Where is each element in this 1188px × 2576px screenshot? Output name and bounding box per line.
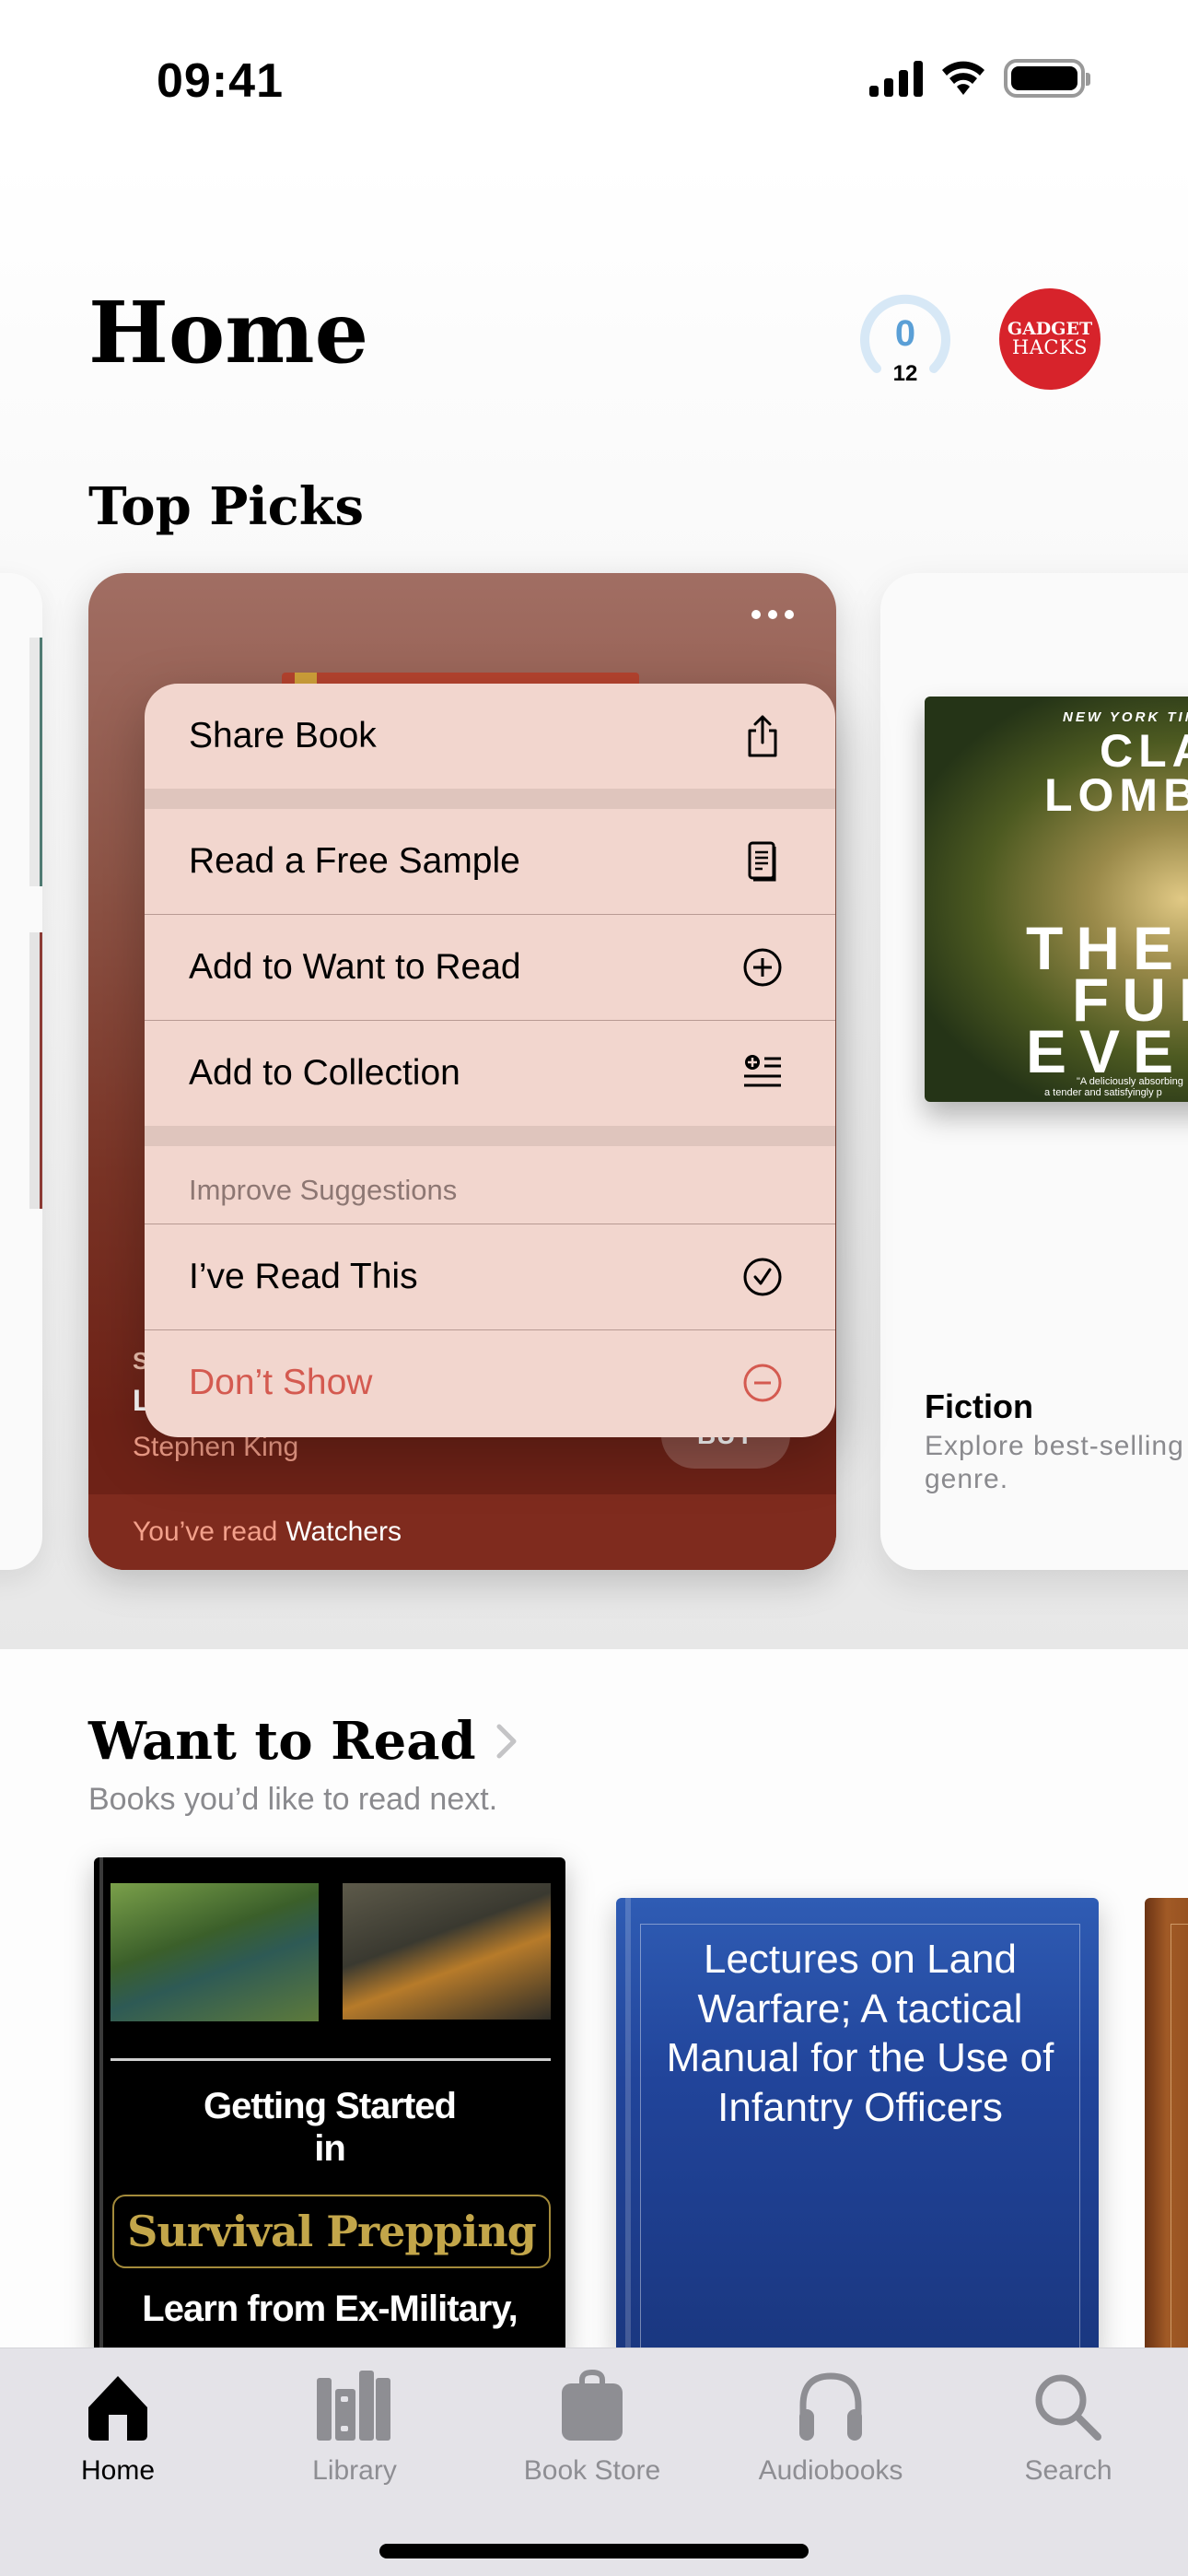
top-picks-card-previous[interactable] (0, 573, 42, 1570)
cover-badge: NEW YORK TIMES (1063, 709, 1188, 725)
context-menu: Share Book Read a Free Sample Add to Wan… (145, 684, 835, 1437)
tab-library[interactable]: Library (262, 2363, 447, 2487)
book-cover[interactable]: Getting Started in Survival Prepping Lea… (94, 1857, 565, 2355)
genre-description: Explore best-selling genre. (925, 1431, 1184, 1494)
home-indicator[interactable] (379, 2544, 809, 2558)
tab-book-store[interactable]: Book Store (500, 2363, 684, 2487)
status-bar: 09:41 (0, 0, 1188, 157)
chevron-right-icon (496, 1724, 517, 1759)
headphones-icon (794, 2363, 868, 2442)
battery-icon (1004, 59, 1090, 98)
want-to-read-subtitle: Books you’d like to read next. (88, 1782, 498, 1817)
search-icon (1033, 2363, 1103, 2442)
reading-goal-target: 12 (892, 361, 918, 386)
menu-section-header: Improve Suggestions (189, 1174, 458, 1206)
share-icon (741, 715, 784, 757)
page-title: Home (88, 283, 369, 382)
cover-text-line1: Getting Started (204, 2086, 457, 2126)
cover-text-line3: Learn from Ex-Military, (142, 2289, 518, 2329)
cover-text-line2: in (314, 2128, 346, 2169)
tab-search[interactable]: Search (976, 2363, 1160, 2487)
library-icon (313, 2363, 396, 2442)
tab-label: Search (1024, 2455, 1112, 2486)
cover-author-line1: CLA (1100, 725, 1188, 777)
status-icons (869, 59, 1090, 98)
menu-item-label: Share Book (189, 716, 377, 755)
tab-home[interactable]: Home (26, 2363, 210, 2487)
menu-item-label: Add to Collection (189, 1053, 460, 1093)
tab-bar: Home Library Book Store Audiobooks Searc… (0, 2348, 1188, 2576)
cover-quote-line1: "A deliciously absorbing (1077, 1076, 1183, 1087)
menu-item-label: I’ve Read This (189, 1257, 418, 1296)
menu-group-separator (145, 1126, 835, 1146)
cover-photo (343, 1883, 551, 2020)
menu-item-dont-show[interactable]: Don’t Show (145, 1330, 835, 1435)
want-to-read-title: Want to Read (88, 1711, 476, 1772)
tab-label: Home (80, 2455, 156, 2486)
account-avatar[interactable]: GADGET HACKS (999, 288, 1101, 390)
menu-item-label: Read a Free Sample (189, 841, 520, 881)
top-picks-card-fiction[interactable]: NEW YORK TIMES CLA LOMB THE I FUN EVER "… (880, 573, 1188, 1570)
cover-author-line2: LOMB (1044, 769, 1188, 821)
cover-title-line3: EVER (1026, 1017, 1188, 1085)
book-cover (29, 932, 42, 1209)
checkmark-circle-icon (741, 1256, 784, 1298)
sample-pages-icon (741, 840, 784, 883)
status-time: 09:41 (157, 54, 284, 108)
cover-photo (111, 1883, 319, 2021)
tab-label: Book Store (523, 2455, 661, 2486)
menu-item-add-to-collection[interactable]: Add to Collection (145, 1021, 835, 1126)
menu-item-read-sample[interactable]: Read a Free Sample (145, 809, 835, 914)
want-to-read-header[interactable]: Want to Read (88, 1715, 518, 1767)
recommendation-reason: You’ve read Watchers (88, 1494, 836, 1570)
reason-prefix: You’ve read (133, 1516, 278, 1547)
menu-item-label: Don’t Show (189, 1363, 373, 1402)
genre-title: Fiction (925, 1388, 1033, 1425)
plus-circle-icon (741, 946, 784, 989)
bag-icon (560, 2363, 624, 2442)
reading-goal-current: 0 (894, 313, 916, 354)
add-to-list-icon (741, 1052, 784, 1095)
wifi-icon (942, 61, 984, 95)
menu-item-label: Add to Want to Read (189, 947, 521, 987)
tab-label: Audiobooks (758, 2455, 903, 2486)
cellular-signal-icon (869, 60, 923, 97)
reason-book: Watchers (285, 1516, 402, 1547)
book-cover[interactable]: Lectures on Land Warfare; A tactical Man… (616, 1898, 1099, 2355)
cover-title: Lectures on Land Warfare; A tactical Man… (666, 1937, 1054, 2131)
avatar-line2: HACKS (1011, 336, 1089, 358)
menu-item-want-to-read[interactable]: Add to Want to Read (145, 915, 835, 1020)
minus-circle-icon (741, 1362, 784, 1404)
tab-audiobooks[interactable]: Audiobooks (739, 2363, 923, 2487)
tab-label: Library (312, 2455, 397, 2486)
menu-group-separator (145, 789, 835, 809)
cover-highlight: Survival Prepping (112, 2195, 551, 2268)
book-cover[interactable]: NEW YORK TIMES CLA LOMB THE I FUN EVER "… (925, 697, 1188, 1102)
book-cover (29, 638, 42, 886)
top-picks-title: Top Picks (88, 476, 365, 537)
book-cover[interactable] (1145, 1898, 1188, 2355)
menu-item-ive-read-this[interactable]: I’ve Read This (145, 1224, 835, 1329)
more-options-icon[interactable] (751, 610, 794, 619)
home-icon (83, 2363, 153, 2442)
cover-quote-line2: a tender and satisfyingly p (1044, 1087, 1162, 1098)
menu-item-share-book[interactable]: Share Book (145, 684, 835, 789)
